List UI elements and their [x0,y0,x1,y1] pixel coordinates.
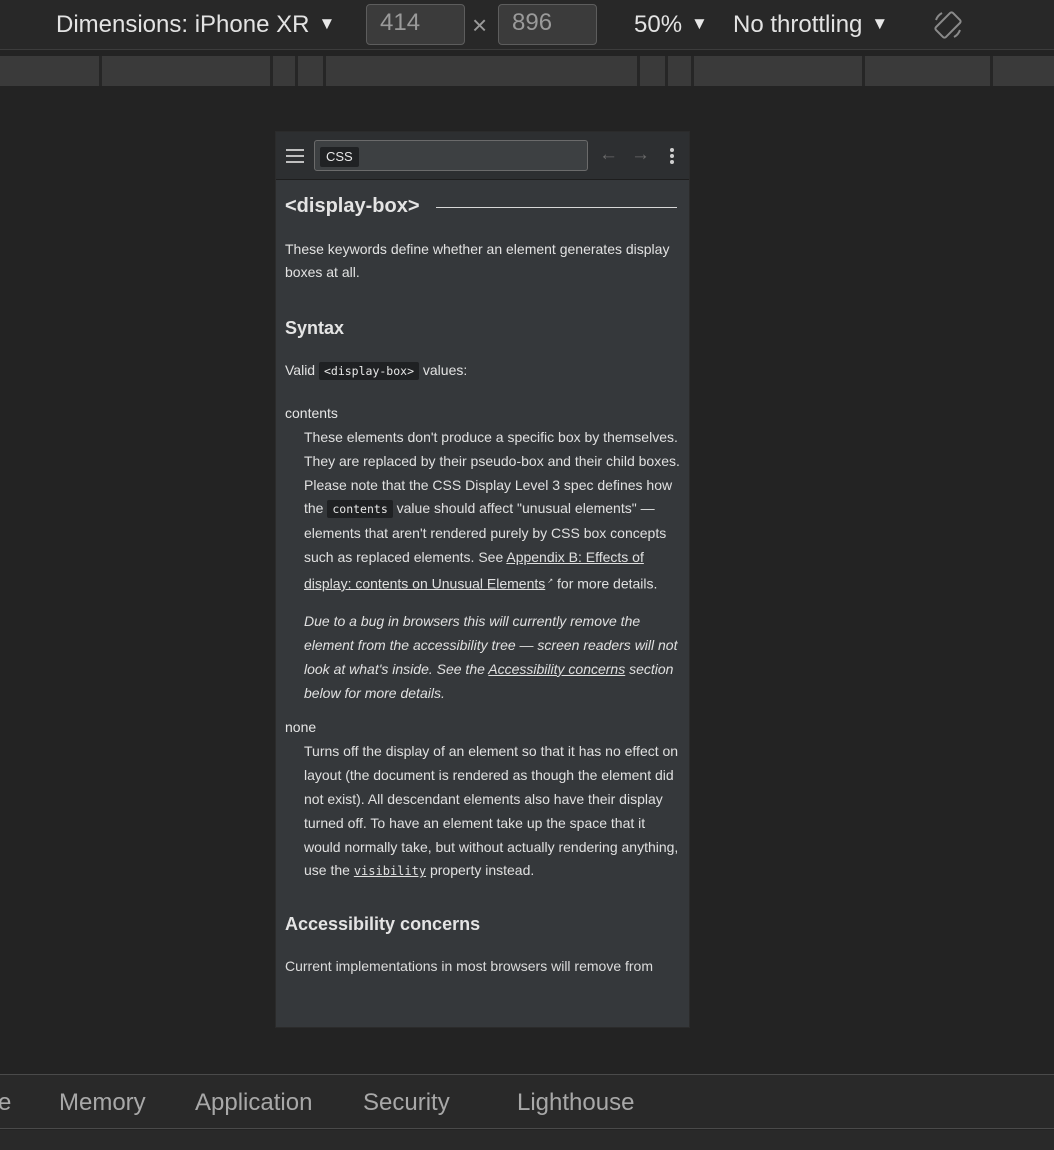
term-contents: contents [285,405,338,421]
tab-memory[interactable]: Memory [59,1089,146,1117]
zoom-label: 50% [634,11,683,38]
page-header: CSS ← → [276,132,689,180]
media-query-ruler [0,56,1054,86]
term-none: none [285,719,317,736]
ruler-segment[interactable] [668,56,694,86]
none-description: Turns off the display of an element so t… [304,740,680,884]
hamburger-icon[interactable] [286,149,304,163]
devtools-tab-bar: e Memory Application Security Lighthouse [0,1074,1054,1129]
tab-lighthouse[interactable]: Lighthouse [517,1089,634,1117]
caret-down-icon: ▼ [691,14,708,33]
ruler-segment[interactable] [0,56,102,86]
contents-desc-part: for more details. [557,575,658,592]
tab-application[interactable]: Application [195,1089,312,1117]
valid-prefix: Valid [285,362,316,378]
inline-code: <display-box> [318,362,419,380]
page-title: <display-box> [285,195,420,217]
accessibility-link[interactable]: Accessibility concerns [488,661,625,677]
ruler-segment[interactable] [326,56,640,86]
ruler-segment[interactable] [640,56,668,86]
forward-arrow-icon[interactable]: → [631,144,650,166]
valid-values-text: Valid <display-box> values: [285,359,680,383]
none-desc-part: Turns off the display of an element so t… [304,743,679,879]
inline-code: contents [327,500,393,519]
devtools-subtoolbar [0,1130,1054,1150]
kebab-menu-icon[interactable] [670,148,674,166]
tab-truncated[interactable]: e [0,1089,11,1117]
ruler-segment[interactable] [102,56,273,86]
throttling-select[interactable]: No throttling ▼ [733,0,888,50]
accessibility-heading: Accessibility concerns [285,914,481,935]
title-row: <display-box> [285,195,680,218]
contents-description: These elements don't produce a specific … [304,426,680,596]
throttling-label: No throttling [733,11,863,38]
height-input[interactable]: 896 [498,4,597,45]
none-desc-part: property instead. [429,862,535,879]
device-label: Dimensions: iPhone XR [56,11,310,38]
ruler-segment[interactable] [993,56,1054,86]
search-chip: CSS [320,147,359,167]
device-toolbar: Dimensions: iPhone XR ▼ 414 × 896 50% ▼ … [0,0,1054,50]
rotate-icon[interactable] [932,10,964,40]
zoom-select[interactable]: 50% ▼ [634,0,708,50]
title-divider [435,207,677,208]
device-select[interactable]: Dimensions: iPhone XR ▼ [56,0,335,50]
cut-off-text: Current implementations in most browsers… [285,958,653,975]
accessibility-note: Due to a bug in browsers this will curre… [304,610,680,705]
external-link-icon: ↗ [547,577,554,585]
valid-suffix: values: [422,362,468,378]
ruler-segment[interactable] [298,56,326,86]
ruler-segment[interactable] [865,56,993,86]
ruler-segment[interactable] [694,56,865,86]
intro-text: These keywords define whether an element… [285,241,670,280]
visibility-link[interactable]: visibility [354,864,426,878]
caret-down-icon: ▼ [871,14,889,33]
ruler-segment[interactable] [273,56,298,86]
syntax-heading: Syntax [285,318,345,338]
tab-security[interactable]: Security [363,1089,450,1117]
device-viewport: CSS ← → <display-box> These keywords def… [275,131,690,1028]
caret-down-icon: ▼ [318,14,336,33]
search-input[interactable]: CSS [314,140,588,171]
back-arrow-icon[interactable]: ← [599,144,618,166]
times-icon: × [472,10,488,40]
width-input[interactable]: 414 [366,4,465,45]
article-content: <display-box> These keywords define whet… [276,180,689,978]
